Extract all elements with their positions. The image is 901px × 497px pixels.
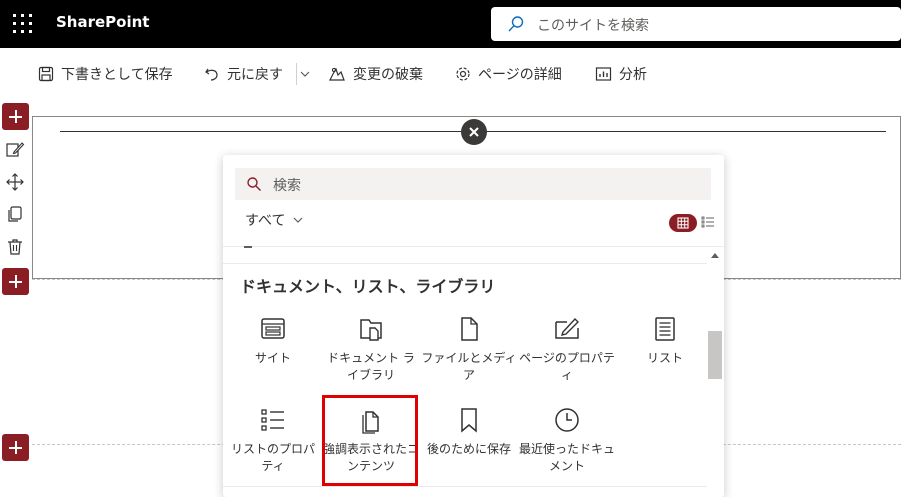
partial-item (244, 246, 252, 248)
document-library-icon (360, 319, 382, 341)
page-details-button[interactable]: ページの詳細 (455, 64, 562, 84)
scrollbar-thumb[interactable] (708, 331, 722, 379)
search-icon (247, 177, 261, 191)
picker-search-input[interactable]: 検索 (235, 168, 711, 200)
brand-name[interactable]: SharePoint (56, 13, 149, 31)
add-section-button[interactable] (2, 103, 29, 130)
undo-icon (205, 68, 218, 81)
suite-header: SharePoint このサイトを検索 (0, 0, 901, 48)
list-properties-icon (261, 409, 284, 431)
close-toolbox-button[interactable] (461, 119, 487, 145)
analytics-icon (595, 67, 612, 81)
tile-site[interactable]: サイト (225, 315, 321, 399)
page-properties-icon (555, 317, 579, 339)
trash-icon[interactable] (5, 237, 25, 257)
save-draft-button[interactable]: 下書きとして保存 (38, 64, 173, 84)
undo-label: 元に戻す (227, 67, 283, 83)
undo-button[interactable]: 元に戻す (204, 64, 283, 84)
grid-view-icon (677, 217, 689, 229)
picker-divider (223, 246, 724, 247)
undo-dropdown-chevron-icon[interactable] (300, 71, 310, 77)
tile-label: ページのプロパティ (519, 351, 615, 382)
analytics-button[interactable]: 分析 (595, 64, 647, 84)
save-draft-label: 下書きとして保存 (61, 67, 173, 83)
edit-section-icon[interactable] (5, 140, 25, 160)
app-launcher-icon[interactable] (13, 14, 33, 34)
web-part-picker: 検索 すべて ドキュメント、リスト、ライブラリ サイト ドキュメント ライブラリ… (223, 155, 724, 497)
bookmark-icon (461, 408, 477, 433)
discard-changes-label: 変更の破棄 (353, 67, 423, 83)
picker-divider (223, 263, 707, 264)
tile-label: サイト (254, 351, 291, 365)
file-icon (461, 317, 478, 341)
tile-document-library[interactable]: ドキュメント ライブラリ (323, 315, 419, 399)
tile-page-properties[interactable]: ページのプロパティ (519, 315, 615, 399)
picker-search-placeholder: 検索 (273, 178, 301, 194)
tile-recent-documents[interactable]: 最近使ったドキュメント (519, 406, 615, 490)
tile-label: 最近使ったドキュメント (519, 442, 616, 473)
category-filter-label: すべて (245, 213, 286, 229)
site-icon (261, 318, 285, 339)
save-icon (38, 66, 54, 82)
category-title: ドキュメント、リスト、ライブラリ (240, 277, 496, 296)
picker-divider (223, 486, 707, 487)
scroll-up-arrow-icon[interactable] (711, 252, 719, 258)
tile-list[interactable]: リスト (617, 315, 713, 399)
discard-changes-button[interactable]: 変更の破棄 (328, 64, 423, 84)
tile-label: ファイルとメディア (421, 351, 517, 382)
close-icon (469, 127, 479, 137)
search-placeholder: このサイトを検索 (537, 18, 649, 34)
tile-label: 後のために保存 (426, 442, 511, 456)
gear-icon (456, 67, 470, 81)
command-bar: 下書きとして保存 元に戻す 変更の破棄 ページの詳細 分析 (0, 48, 901, 98)
analytics-label: 分析 (619, 67, 647, 83)
grid-view-toggle[interactable] (669, 214, 697, 232)
search-icon (508, 16, 524, 32)
tile-label: リスト (646, 351, 683, 365)
site-search-box[interactable]: このサイトを検索 (491, 7, 901, 41)
list-view-icon[interactable] (701, 215, 715, 229)
tile-label: リストのプロパティ (230, 442, 315, 473)
add-section-button[interactable] (2, 268, 29, 295)
toolbar-divider (296, 63, 297, 85)
tile-label: ドキュメント ライブラリ (327, 351, 415, 382)
clock-icon (555, 408, 579, 432)
move-icon[interactable] (5, 172, 25, 192)
list-icon (655, 317, 675, 341)
discard-icon (329, 67, 345, 81)
tile-list-properties[interactable]: リストのプロパティ (225, 406, 321, 490)
tile-file-and-media[interactable]: ファイルとメディア (421, 315, 517, 399)
annotation-highlight-box (322, 395, 418, 486)
tile-saved-for-later[interactable]: 後のために保存 (421, 406, 517, 490)
duplicate-icon[interactable] (5, 204, 25, 224)
category-filter-dropdown[interactable]: すべて (245, 210, 303, 230)
page-details-label: ページの詳細 (478, 67, 562, 83)
chevron-down-icon (294, 217, 303, 223)
add-section-button[interactable] (2, 434, 29, 461)
